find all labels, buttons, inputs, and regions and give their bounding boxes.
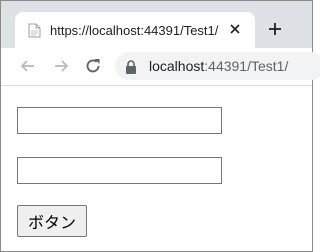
text-input-2[interactable] <box>17 157 222 184</box>
text-input-1[interactable] <box>17 107 222 134</box>
lock-icon[interactable] <box>125 59 137 74</box>
browser-window: https://localhost:44391/Test1/ localhost… <box>0 0 320 252</box>
submit-button[interactable]: ボタン <box>17 205 87 237</box>
close-icon[interactable] <box>227 21 243 37</box>
page-icon <box>28 23 41 38</box>
arrow-left-icon[interactable] <box>18 56 38 76</box>
tab-title: https://localhost:44391/Test1/ <box>50 23 219 38</box>
arrow-right-icon[interactable] <box>51 56 71 76</box>
browser-tab[interactable]: https://localhost:44391/Test1/ <box>15 12 255 48</box>
url-text: localhost:44391/Test1/ <box>149 58 288 74</box>
page-content: ボタン <box>1 86 312 252</box>
plus-icon[interactable] <box>267 21 283 37</box>
reload-icon[interactable] <box>83 56 103 76</box>
tab-strip: https://localhost:44391/Test1/ <box>1 1 312 48</box>
url-path: :44391/Test1/ <box>204 58 289 74</box>
address-bar[interactable]: localhost:44391/Test1/ <box>115 52 320 80</box>
browser-toolbar: localhost:44391/Test1/ <box>1 48 320 86</box>
url-host: localhost <box>149 58 205 74</box>
